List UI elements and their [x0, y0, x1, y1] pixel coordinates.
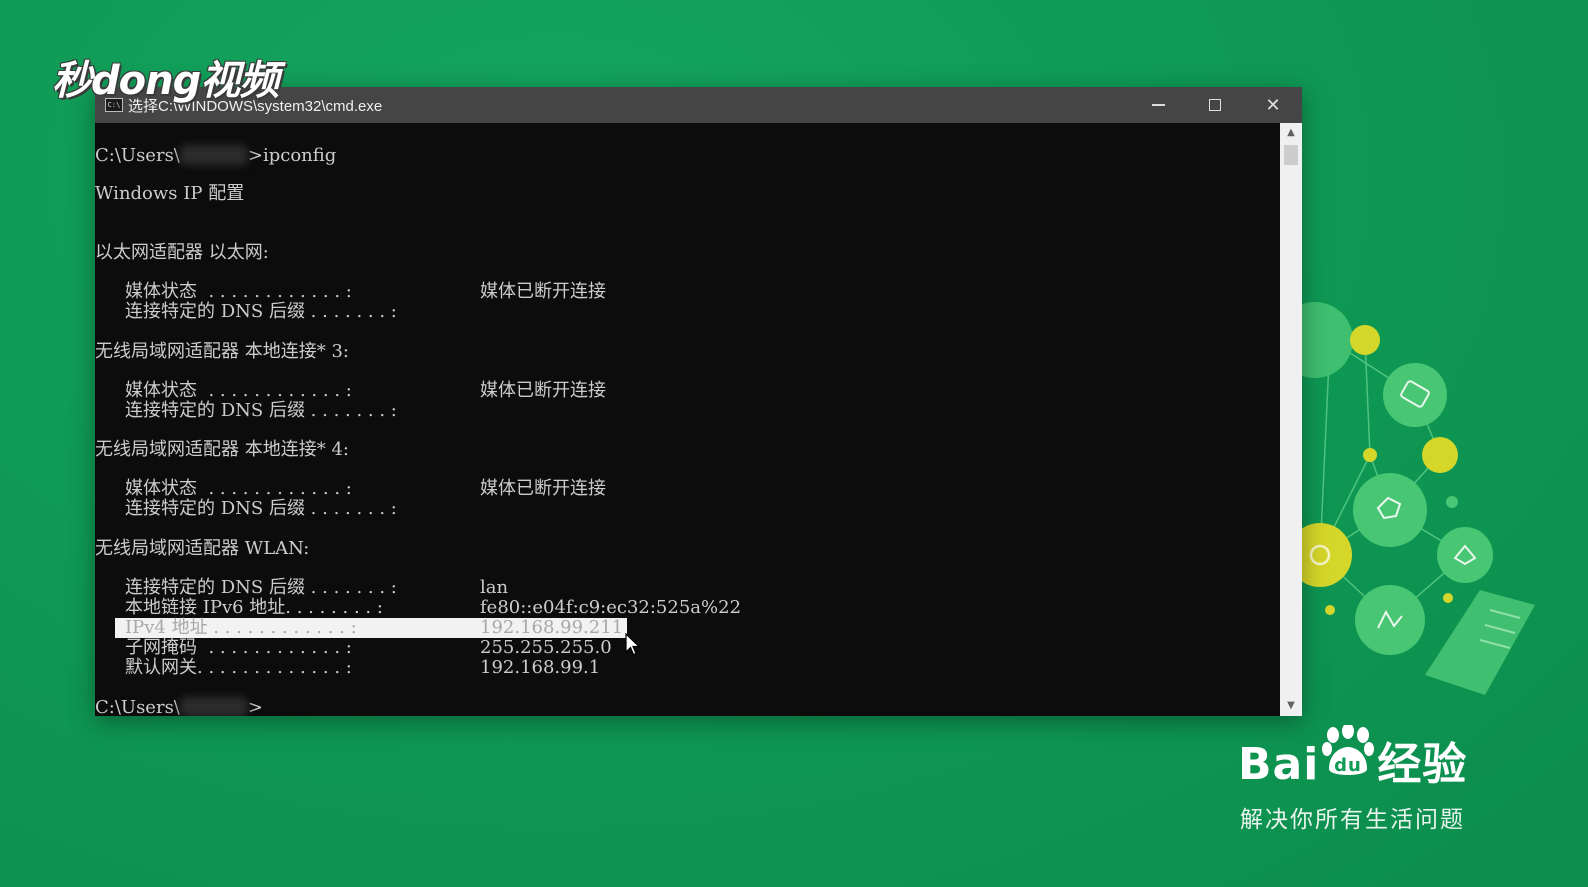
adapter-title: 以太网适配器 以太网:	[95, 242, 269, 263]
entry-label: 连接特定的 DNS 后缀 . . . . . . . :	[125, 498, 397, 519]
entry-label: 媒体状态 . . . . . . . . . . . . :	[125, 478, 352, 499]
watermark-logo: 秒dong视频	[52, 58, 279, 104]
entry-value: 255.255.255.0	[480, 637, 612, 658]
maximize-icon	[1209, 99, 1221, 111]
entry-label: 媒体状态 . . . . . . . . . . . . :	[125, 380, 352, 401]
console-header: Windows IP 配置	[95, 183, 245, 204]
final-prompt: C:\Users\ >	[95, 697, 263, 716]
entry-label: 连接特定的 DNS 后缀 . . . . . . . :	[125, 577, 397, 598]
selection-highlight[interactable]: IPv4 地址 . . . . . . . . . . . . : 192.16…	[115, 618, 627, 638]
adapter-title: 无线局域网适配器 WLAN:	[95, 538, 310, 559]
console-output[interactable]: C:\Users\ >ipconfig Windows IP 配置 以太网适配器 …	[95, 123, 1280, 716]
prompt-prefix: C:\Users\	[95, 697, 180, 717]
prompt-line: C:\Users\ >ipconfig	[95, 145, 336, 166]
prompt-prefix: C:\Users\	[95, 145, 180, 166]
entry-label: 子网掩码 . . . . . . . . . . . . :	[125, 637, 352, 658]
entry-label: 媒体状态 . . . . . . . . . . . . :	[125, 281, 352, 302]
scroll-up-arrow-icon[interactable]: ▲	[1280, 123, 1302, 143]
redacted-username	[179, 697, 248, 716]
baidu-logo-text: Bai	[1238, 739, 1320, 790]
entry-value: 媒体已断开连接	[480, 281, 606, 302]
adapter-title: 无线局域网适配器 本地连接* 3:	[95, 341, 349, 362]
maximize-button[interactable]	[1186, 87, 1244, 123]
prompt-suffix: >	[247, 697, 263, 717]
lightbulb-illustration	[1290, 302, 1535, 695]
entry-value: 媒体已断开连接	[480, 380, 606, 401]
entry-label: 本地链接 IPv6 地址. . . . . . . . :	[125, 597, 383, 618]
entry-label: 连接特定的 DNS 后缀 . . . . . . . :	[125, 301, 397, 322]
cmd-window[interactable]: C:\ 选择C:\WINDOWS\system32\cmd.exe ✕ C:\U…	[95, 87, 1302, 716]
entry-label: IPv4 地址 . . . . . . . . . . . . :	[125, 617, 357, 638]
baidu-logo: Bai du 经验	[1238, 725, 1468, 792]
command-text: >ipconfig	[247, 145, 337, 166]
entry-value: lan	[480, 577, 509, 598]
redacted-username	[179, 145, 248, 165]
ipv4-value: 192.168.99.211	[480, 617, 624, 638]
close-button[interactable]: ✕	[1244, 87, 1302, 123]
paw-icon: du	[1319, 725, 1377, 781]
svg-text:du: du	[1334, 755, 1362, 775]
minimize-button[interactable]	[1129, 87, 1187, 123]
entry-label: 默认网关. . . . . . . . . . . . . :	[125, 657, 352, 678]
entry-value: 媒体已断开连接	[480, 478, 606, 499]
entry-label: 连接特定的 DNS 后缀 . . . . . . . :	[125, 400, 397, 421]
scroll-down-arrow-icon[interactable]: ▼	[1280, 696, 1302, 716]
entry-value: fe80::e04f:c9:ec32:525a%22	[480, 597, 742, 618]
baidu-slogan: 解决你所有生活问题	[1240, 807, 1465, 833]
adapter-title: 无线局域网适配器 本地连接* 4:	[95, 439, 349, 460]
entry-value: 192.168.99.1	[480, 657, 601, 678]
minimize-icon	[1151, 104, 1165, 106]
scroll-thumb[interactable]	[1284, 145, 1298, 165]
vertical-scrollbar[interactable]: ▲ ▼	[1280, 123, 1302, 716]
mouse-cursor-icon	[625, 633, 641, 656]
baidu-logo-suffix: 经验	[1377, 739, 1468, 790]
close-icon: ✕	[1265, 94, 1281, 116]
